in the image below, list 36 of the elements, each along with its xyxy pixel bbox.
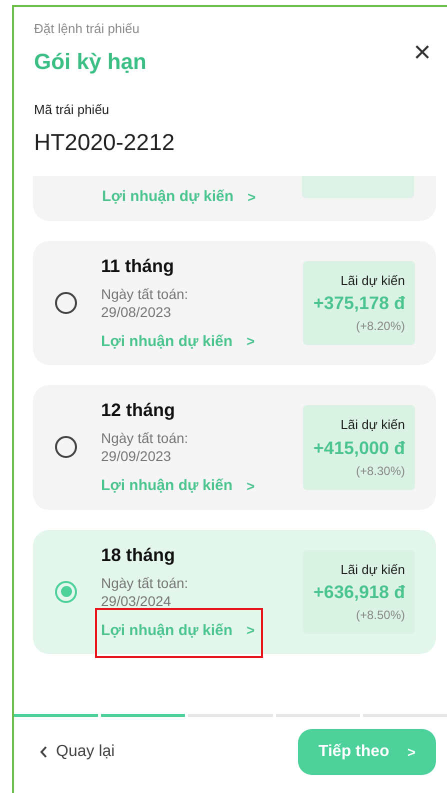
maturity-date: 29/08/2023 (101, 302, 172, 320)
radio-button[interactable] (55, 292, 77, 314)
next-button[interactable]: Tiếp theo > (298, 729, 436, 775)
maturity-date: 29/09/2023 (101, 447, 172, 465)
option-card[interactable]: 11 tháng Ngày tất toán: 29/08/2023 Lợi nhuận dự kiến > Lãi dự kiến +375,178 đ (+8.20%) (33, 240, 436, 365)
reward-amount: +415,000 đ (313, 436, 405, 460)
profit-link[interactable]: Lợi nhuận dự kiến > (101, 475, 255, 498)
bond-code: HT2020-2212 (34, 128, 176, 157)
maturity-label: Ngày tất toán: (101, 574, 190, 592)
reward-label: Lãi dự kiến (340, 272, 405, 290)
profit-link[interactable]: Lợi nhuận dự kiến > (101, 620, 255, 642)
maturity-label: Ngày tất toán: (101, 429, 190, 447)
breadcrumb: Đặt lệnh trái phiếu (34, 20, 141, 38)
page-title: Gói kỳ hạn (34, 48, 146, 76)
option-card[interactable]: 12 tháng Ngày tất toán: 29/09/2023 Lợi nhuận dự kiến > Lãi dự kiến +415,000 đ (+8.30%) (33, 385, 436, 510)
profit-link[interactable]: Lợi nhuận dự kiến > (101, 330, 255, 353)
chevron-left-icon (40, 746, 48, 758)
close-button[interactable]: × (409, 37, 435, 69)
term-title: 12 tháng (101, 399, 176, 422)
bond-code-label: Mã trái phiếu (34, 100, 110, 119)
reward-rate: (+8.50%) (356, 607, 405, 624)
maturity-date: 29/03/2024 (101, 592, 172, 610)
term-title: 11 tháng (101, 254, 176, 278)
profit-link[interactable]: Lợi nhuận dự kiến > (102, 186, 256, 208)
term-title: 18 tháng (101, 544, 176, 567)
radio-button[interactable] (55, 580, 77, 603)
reward-label: Lãi dự kiến (340, 560, 405, 578)
option-card[interactable]: Lợi nhuận dự kiến > (33, 176, 436, 220)
reward-amount: +636,918 đ (313, 581, 405, 604)
maturity-label: Ngày tất toán: (101, 284, 190, 302)
radio-button[interactable] (55, 436, 77, 458)
back-button[interactable]: Quay lại (40, 740, 115, 764)
reward-label: Lãi dự kiến (340, 416, 405, 434)
reward-rate: (+8.30%) (356, 462, 405, 480)
reward-amount: +375,178 đ (313, 292, 405, 315)
reward-rate: (+8.20%) (356, 318, 405, 335)
